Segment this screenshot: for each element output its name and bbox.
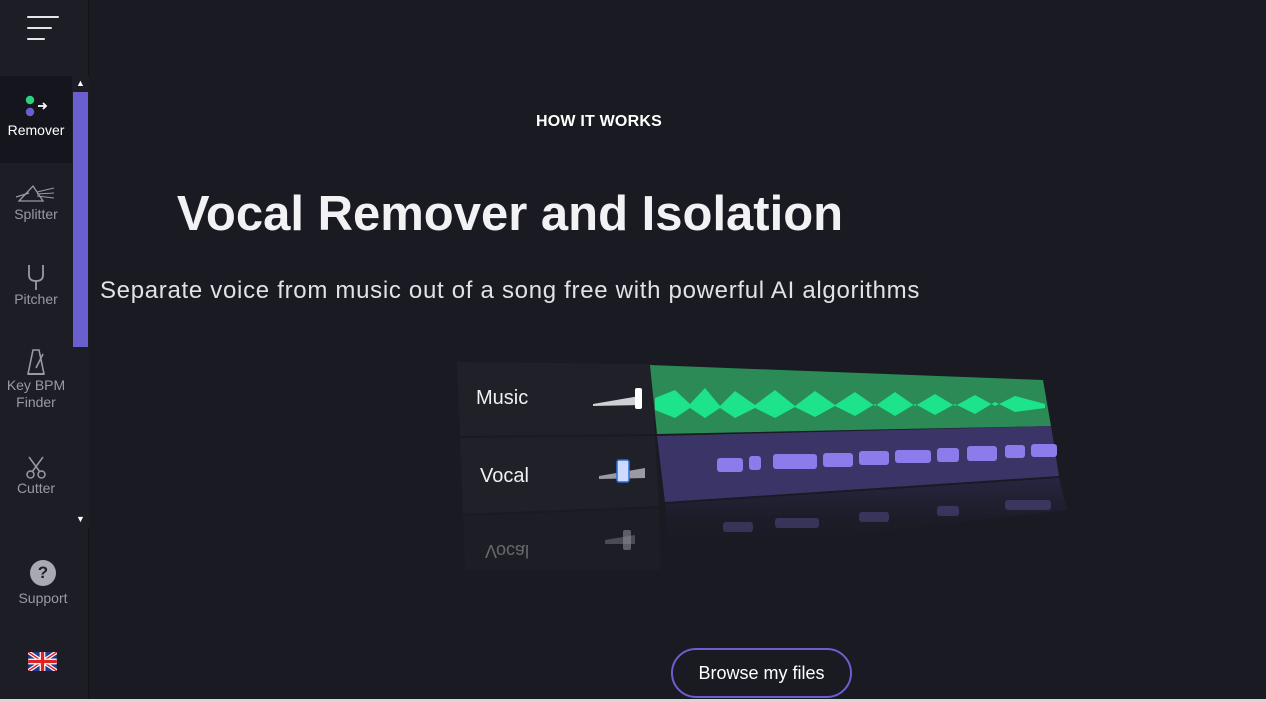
sidebar-item-cutter[interactable]: Cutter: [0, 452, 72, 512]
section-eyebrow: HOW IT WORKS: [536, 113, 662, 130]
track-label-music: Music: [476, 387, 529, 409]
sidebar-item-label: Key BPM Finder: [6, 377, 66, 410]
sidebar: Remover Splitter Pitcher Key BPM Finder …: [0, 0, 89, 702]
question-icon: ?: [30, 560, 56, 586]
support-link[interactable]: ? Support: [0, 560, 86, 606]
main-content: HOW IT WORKS: [89, 0, 1266, 702]
browse-files-button[interactable]: Browse my files: [671, 648, 852, 698]
metronome-icon: [27, 349, 45, 375]
page-subtitle: Separate voice from music out of a song …: [99, 277, 921, 304]
waveform-illustration: [457, 362, 1067, 570]
hamburger-menu-icon[interactable]: [25, 16, 63, 46]
uk-flag-icon[interactable]: [28, 652, 57, 671]
scroll-up-icon[interactable]: ▲: [72, 76, 89, 90]
scissors-icon: [26, 456, 46, 479]
sidebar-item-key-bpm-finder[interactable]: Key BPM Finder: [0, 344, 72, 424]
scroll-down-icon[interactable]: ▼: [72, 512, 89, 526]
sidebar-item-label: Cutter: [16, 480, 56, 496]
page-title: Vocal Remover and Isolation: [176, 187, 844, 241]
tracks-illustration: Music Vocal Vocal: [455, 360, 1070, 570]
track-label-vocal: Vocal: [480, 465, 529, 487]
track-label-reflection: Vocal: [485, 541, 530, 561]
support-label: Support: [18, 590, 68, 606]
